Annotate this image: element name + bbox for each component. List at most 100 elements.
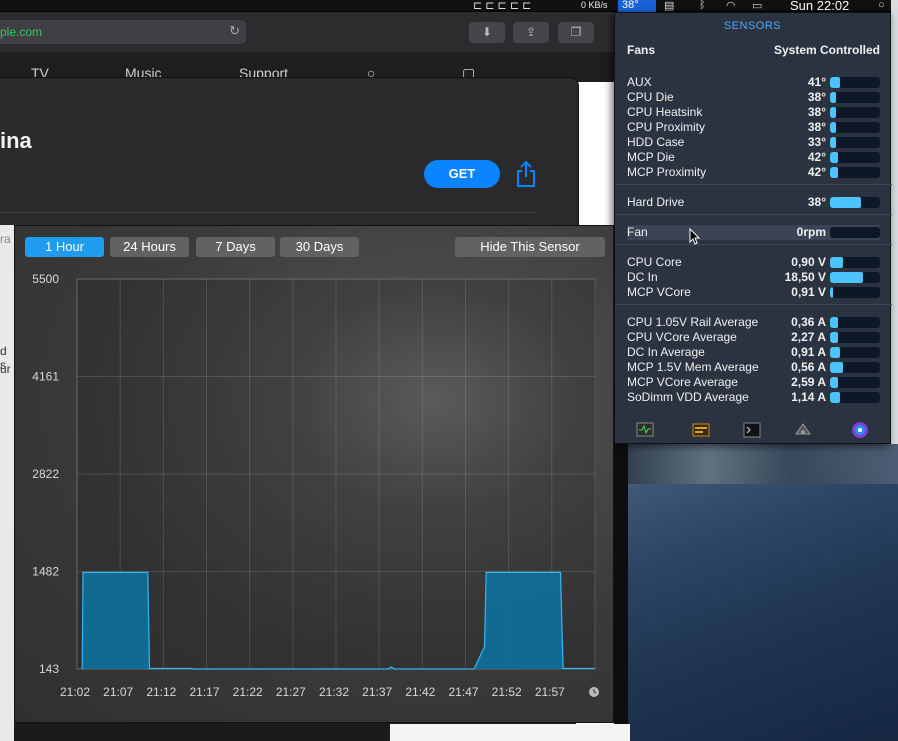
x-tick-label: 21:37 xyxy=(362,685,392,699)
sensor-level-bar xyxy=(830,392,880,403)
sensor-level-bar xyxy=(830,107,880,118)
group-separator xyxy=(615,304,892,305)
sensor-label: CPU Proximity xyxy=(627,120,706,134)
download-icon: ⬇ xyxy=(481,25,493,39)
sensor-level-fill xyxy=(830,392,840,403)
sensor-row[interactable]: MCP VCore 0,91 V xyxy=(627,285,880,300)
sensor-level-bar xyxy=(830,332,880,343)
sensor-level-bar xyxy=(830,377,880,388)
sensor-level-bar xyxy=(830,347,880,358)
sensor-row[interactable]: SoDimm VDD Average 1,14 A xyxy=(627,390,880,405)
wifi-icon[interactable]: ◠ xyxy=(726,0,736,12)
sensor-history-window: 1 Hour 24 Hours 7 Days 30 Days Hide This Se… xyxy=(14,225,614,723)
fans-mode-row[interactable]: Fans System Controlled xyxy=(627,43,880,57)
sensor-level-bar xyxy=(830,197,880,208)
sensor-row[interactable]: Fan 0rpm xyxy=(627,225,880,240)
downloads-button[interactable]: ⬇ xyxy=(469,22,505,43)
x-tick-label: 21:02 xyxy=(60,685,90,699)
address-bar[interactable]: ple.com ↻ xyxy=(0,20,246,44)
hardware-report-icon[interactable] xyxy=(692,421,710,439)
sensor-row[interactable]: CPU Proximity 38° xyxy=(627,120,880,135)
network-icon[interactable] xyxy=(794,421,812,439)
sensor-row[interactable]: Hard Drive 38° xyxy=(627,195,880,210)
range-button-24-hours[interactable]: 24 Hours xyxy=(110,237,189,257)
sensor-label: DC In xyxy=(627,270,658,284)
wallpaper-rocks xyxy=(628,444,898,484)
sensor-level-fill xyxy=(830,197,861,208)
app-store-card: ina GET xyxy=(0,78,578,225)
menu-extra-icons[interactable]: ⊏ ⊏ ⊏ ⊏ ⊏ xyxy=(473,0,531,12)
sensor-row[interactable]: HDD Case 33° xyxy=(627,135,880,150)
x-tick-label: 21:17 xyxy=(189,685,219,699)
sensor-label: CPU Die xyxy=(627,90,674,104)
temperature-indicator[interactable]: 38° xyxy=(618,0,656,12)
fans-mode-value[interactable]: System Controlled xyxy=(774,43,880,57)
sensor-value: 0,56 A xyxy=(791,360,826,374)
x-tick-label: 21:32 xyxy=(319,685,349,699)
sensor-row[interactable]: DC In 18,50 V xyxy=(627,270,880,285)
network-speed[interactable]: 0 KB/s xyxy=(581,0,608,11)
activity-monitor-icon[interactable] xyxy=(636,421,654,439)
sensor-row[interactable]: MCP Proximity 42° xyxy=(627,165,880,180)
sensor-row[interactable]: CPU Heatsink 38° xyxy=(627,105,880,120)
sensor-value: 42° xyxy=(807,165,826,179)
get-button[interactable]: GET xyxy=(424,160,500,188)
sensor-row[interactable]: MCP VCore Average 2,59 A xyxy=(627,375,880,390)
bluetooth-icon[interactable]: ᛒ xyxy=(699,0,706,11)
share-toolbar-button[interactable]: ⇪ xyxy=(513,22,549,43)
spotlight-icon[interactable]: ○ xyxy=(878,0,885,11)
sensor-level-fill xyxy=(830,272,863,283)
sensor-level-fill xyxy=(830,377,838,388)
sensor-value: 42° xyxy=(807,150,826,164)
x-tick-label: 21:47 xyxy=(448,685,478,699)
sensor-level-fill xyxy=(830,167,838,178)
sensor-level-bar xyxy=(830,137,880,148)
mouse-cursor xyxy=(689,228,701,245)
app-title: ina xyxy=(0,128,32,153)
sensor-level-fill xyxy=(830,347,840,358)
sensor-row[interactable]: CPU Die 38° xyxy=(627,90,880,105)
sensor-row[interactable]: DC In Average 0,91 A xyxy=(627,345,880,360)
sensor-value: 38° xyxy=(807,195,826,209)
background-page-strip: ra d s ur xyxy=(0,225,14,741)
reload-icon[interactable]: ↻ xyxy=(229,23,240,39)
x-tick-label: 21:27 xyxy=(276,685,306,699)
x-tick-label: 21:22 xyxy=(233,685,263,699)
sensor-level-fill xyxy=(830,362,843,373)
sensors-panel: SENSORS Fans System Controlled AUX 41° CPU… xyxy=(614,12,892,445)
sensor-level-fill xyxy=(830,317,838,328)
page-footer xyxy=(390,724,630,741)
sensor-row[interactable]: CPU Core 0,90 V xyxy=(627,255,880,270)
tabs-button[interactable]: ❐ xyxy=(558,22,594,43)
sensor-label: Hard Drive xyxy=(627,195,685,209)
sensor-row[interactable]: MCP 1.5V Mem Average 0,56 A xyxy=(627,360,880,375)
hide-sensor-button[interactable]: Hide This Sensor xyxy=(455,237,605,257)
sensor-label: SoDimm VDD Average xyxy=(627,390,749,404)
sensor-value: 41° xyxy=(807,75,826,89)
share-icon: ⇪ xyxy=(525,25,537,39)
sensor-value: 2,59 A xyxy=(791,375,826,389)
flag-icon[interactable]: ▤ xyxy=(664,0,674,12)
sensor-row[interactable]: MCP Die 42° xyxy=(627,150,880,165)
sensor-row[interactable]: CPU VCore Average 2,27 A xyxy=(627,330,880,345)
sensor-row[interactable]: AUX 41° xyxy=(627,75,880,90)
sensor-label: MCP Die xyxy=(627,150,675,164)
terminal-icon[interactable] xyxy=(743,421,761,439)
range-button-30-days[interactable]: 30 Days xyxy=(280,237,359,257)
desktop-wallpaper xyxy=(628,444,898,741)
color-picker-icon[interactable] xyxy=(851,421,869,439)
sensor-value: 0,91 V xyxy=(791,285,826,299)
sensor-row[interactable]: CPU 1.05V Rail Average 0,36 A xyxy=(627,315,880,330)
sensors-toolbar xyxy=(615,415,892,445)
range-button-1-hour[interactable]: 1 Hour xyxy=(25,237,104,257)
sensor-level-fill xyxy=(830,287,833,298)
share-icon[interactable] xyxy=(514,160,538,188)
sensor-level-fill xyxy=(830,257,843,268)
sensor-level-bar xyxy=(830,317,880,328)
menu-bar: ⊏ ⊏ ⊏ ⊏ ⊏ 0 KB/s 38° ▤ ᛒ ◠ ▭ Sun 22:02 ○ xyxy=(0,0,898,13)
range-button-7-days[interactable]: 7 Days xyxy=(196,237,275,257)
divider xyxy=(0,212,536,213)
display-icon[interactable]: ▭ xyxy=(752,0,762,12)
sensor-value: 0rpm xyxy=(796,225,826,239)
sensor-label: MCP Proximity xyxy=(627,165,707,179)
